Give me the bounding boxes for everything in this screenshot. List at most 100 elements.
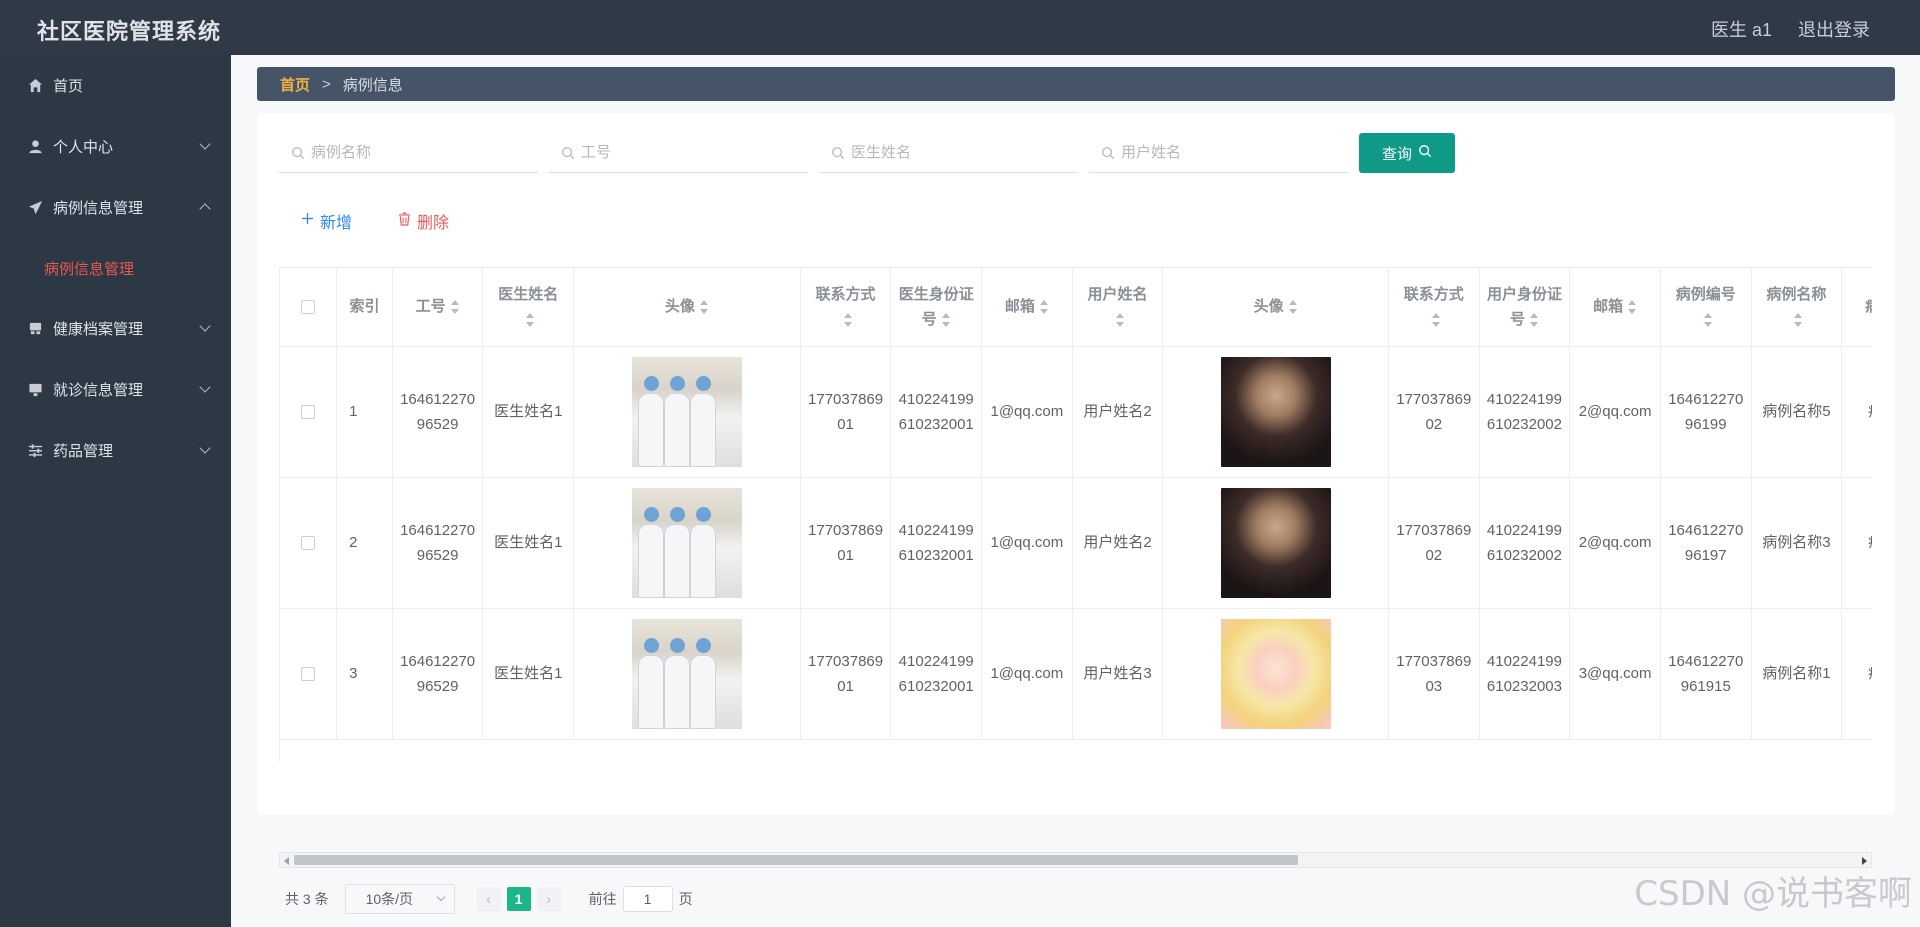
col-header-user-email[interactable]: 邮箱: [1569, 268, 1661, 347]
sort-icon[interactable]: [1431, 312, 1441, 327]
col-header-job-number[interactable]: 工号: [392, 268, 484, 347]
table-row[interactable]: 3 16461227096529 医生姓名1 17703786901 410224199…: [280, 608, 1872, 740]
cell-user: 用户姓名2: [1072, 346, 1164, 478]
col-header-illness[interactable]: 病情: [1841, 268, 1872, 347]
breadcrumb-home[interactable]: 首页: [280, 74, 310, 95]
page-size-select[interactable]: 10条/页: [344, 884, 455, 914]
cell-phone1: 17703786901: [800, 477, 892, 609]
sort-icon[interactable]: [1115, 312, 1125, 327]
search-icon: [1101, 146, 1115, 160]
user-avatar-cell: [1162, 346, 1389, 478]
main-panel: 查询 新增 删除 索引 工号 医生姓名: [257, 113, 1895, 914]
case-name-field: [279, 133, 538, 173]
cell-caseno: 16461227096197: [1660, 477, 1752, 609]
sort-icon[interactable]: [1039, 300, 1049, 315]
cell-illness: 病情3: [1841, 477, 1872, 609]
col-header-user-phone[interactable]: 联系方式: [1388, 268, 1480, 347]
col-header-case-name[interactable]: 病例名称: [1751, 268, 1843, 347]
col-header-user-name[interactable]: 用户姓名: [1072, 268, 1164, 347]
job-number-input[interactable]: [581, 144, 781, 161]
row-checkbox[interactable]: [301, 667, 316, 682]
col-header-doctor-phone[interactable]: 联系方式: [800, 268, 892, 347]
table-row[interactable]: 1 16461227096529 医生姓名1 17703786901 410224199…: [280, 346, 1872, 478]
job-number-field: [549, 133, 808, 173]
query-button[interactable]: 查询: [1359, 133, 1455, 173]
sidebar-item-drugs[interactable]: 药品管理: [0, 420, 231, 481]
cell-email1: 1@qq.com: [981, 346, 1073, 478]
scroll-left-icon[interactable]: [284, 857, 289, 865]
cell-index: 1: [336, 346, 393, 478]
chevron-right-icon: ›: [546, 891, 551, 907]
sidebar-item-profile[interactable]: 个人中心: [0, 116, 231, 177]
col-header-doctor-email[interactable]: 邮箱: [981, 268, 1073, 347]
cell-illness: 病情1: [1841, 608, 1872, 740]
breadcrumb: 首页 > 病例信息: [257, 67, 1895, 101]
row-select-cell: [280, 346, 338, 478]
case-name-input[interactable]: [311, 144, 511, 161]
sidebar-item-health-records[interactable]: 健康档案管理: [0, 298, 231, 359]
sidebar-item-visits[interactable]: 就诊信息管理: [0, 359, 231, 420]
user-name-input[interactable]: [1121, 144, 1321, 161]
scrollbar-thumb[interactable]: [294, 855, 1298, 865]
sort-icon[interactable]: [1529, 312, 1539, 327]
col-header-user-id[interactable]: 用户身份证号: [1479, 268, 1571, 347]
sidebar-item-label: 病例信息管理: [53, 200, 144, 217]
sort-icon[interactable]: [1627, 300, 1637, 315]
pagination: 共 3 条 10条/页 ‹ 1 › 前往 页: [285, 884, 693, 914]
add-button[interactable]: 新增: [301, 209, 352, 233]
sort-icon[interactable]: [699, 300, 709, 315]
cell-user: 用户姓名2: [1072, 477, 1164, 609]
col-header-user-avatar[interactable]: 头像: [1162, 268, 1389, 347]
user-avatar-image: [1220, 618, 1331, 729]
cell-phone2: 17703786902: [1388, 346, 1480, 478]
cell-id1: 410224199610232001: [890, 608, 983, 740]
col-header-case-number[interactable]: 病例编号: [1660, 268, 1752, 347]
sidebar-subitem-case-info[interactable]: 病例信息管理: [0, 238, 231, 298]
cell-email2: 2@qq.com: [1569, 477, 1661, 609]
horizontal-scrollbar[interactable]: [279, 852, 1872, 868]
header-right: 医生 a1 退出登录: [1711, 16, 1870, 42]
current-user[interactable]: 医生 a1: [1711, 16, 1772, 42]
sidebar-item-home[interactable]: 首页: [0, 55, 231, 116]
row-checkbox[interactable]: [301, 536, 316, 551]
delete-button[interactable]: 删除: [398, 209, 449, 233]
sort-icon[interactable]: [525, 312, 535, 327]
row-select-cell: [280, 477, 338, 609]
sort-icon[interactable]: [1703, 312, 1713, 327]
col-header-doctor-name[interactable]: 医生姓名: [482, 268, 575, 347]
case-table: 索引 工号 医生姓名 头像 联系方式 医生身份证号 邮箱 用户姓名 头像 联系方…: [280, 268, 1872, 740]
col-header-doctor-id[interactable]: 医生身份证号: [890, 268, 983, 347]
col-header-doctor-avatar[interactable]: 头像: [573, 268, 801, 347]
cell-id1: 410224199610232001: [890, 346, 983, 478]
sidebar-item-case-mgmt[interactable]: 病例信息管理: [0, 177, 231, 238]
sliders-icon: [27, 443, 43, 459]
sort-icon[interactable]: [843, 312, 853, 327]
doctor-avatar-image: [631, 618, 742, 729]
logout-button[interactable]: 退出登录: [1798, 16, 1870, 42]
sort-icon[interactable]: [1793, 312, 1803, 327]
select-all-cell: [280, 268, 338, 347]
sidebar-item-label: 药品管理: [53, 443, 114, 460]
table-row[interactable]: 2 16461227096529 医生姓名1 17703786901 410224199…: [280, 477, 1872, 609]
doctor-figure: [663, 637, 690, 729]
next-page-button[interactable]: ›: [536, 887, 561, 911]
doctor-figure: [637, 637, 664, 729]
cell-email2: 3@qq.com: [1569, 608, 1661, 740]
sort-icon[interactable]: [941, 312, 951, 327]
scroll-right-icon[interactable]: [1862, 857, 1867, 865]
sort-icon[interactable]: [450, 300, 460, 315]
cell-job: 16461227096529: [392, 477, 484, 609]
cell-index: 2: [336, 477, 393, 609]
page-number-current[interactable]: 1: [506, 887, 531, 911]
user-avatar-image: [1220, 356, 1331, 467]
select-all-checkbox[interactable]: [301, 300, 316, 315]
cell-casename: 病例名称1: [1751, 608, 1843, 740]
goto-page-input[interactable]: [622, 886, 673, 912]
sort-icon[interactable]: [1288, 300, 1298, 315]
prev-page-button[interactable]: ‹: [476, 887, 501, 911]
add-button-label: 新增: [320, 215, 353, 232]
doctor-figure: [689, 506, 716, 598]
row-checkbox[interactable]: [301, 405, 316, 420]
doctor-name-input[interactable]: [851, 144, 1051, 161]
chevron-left-icon: ‹: [486, 891, 491, 907]
